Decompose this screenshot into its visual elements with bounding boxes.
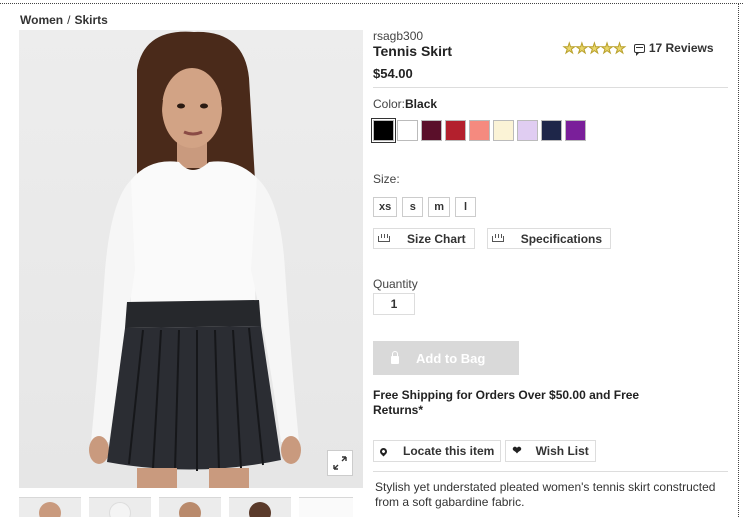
color-swatch[interactable] (469, 120, 490, 141)
size-links: Size Chart Specifications (373, 228, 612, 249)
star-rating: ★ ★ ★ ★ ★ (563, 40, 627, 56)
star-icon: ★ (600, 40, 614, 56)
wish-list-label: Wish List (535, 444, 589, 458)
divider (373, 471, 728, 472)
color-swatch[interactable] (565, 120, 586, 141)
thumbnail-2[interactable] (89, 497, 151, 517)
color-swatch[interactable] (421, 120, 442, 141)
right-dotted-rule (738, 3, 739, 517)
color-swatch[interactable] (541, 120, 562, 141)
size-label: Size: (373, 172, 400, 186)
product-rating: ★ ★ ★ ★ ★ 17 Reviews (563, 40, 714, 56)
color-swatch[interactable] (397, 120, 418, 141)
size-option-s[interactable]: s (402, 197, 424, 217)
color-swatch[interactable] (445, 120, 466, 141)
breadcrumb-women-link[interactable]: Women (20, 13, 63, 27)
comment-icon (633, 43, 645, 56)
locate-item-label: Locate this item (403, 444, 495, 458)
thumbnail-5[interactable] (299, 497, 353, 517)
color-swatch[interactable] (517, 120, 538, 141)
map-pin-icon (378, 446, 389, 456)
breadcrumb-separator: / (67, 13, 71, 27)
quantity-label: Quantity (373, 277, 418, 291)
expand-icon (333, 456, 347, 470)
size-chart-button[interactable]: Size Chart (373, 228, 475, 249)
breadcrumb-skirts-link[interactable]: Skirts (74, 13, 107, 27)
product-title: Tennis Skirt (373, 43, 453, 59)
color-swatch[interactable] (493, 120, 514, 141)
product-price: $54.00 (373, 66, 413, 81)
color-swatches (371, 118, 586, 143)
product-sku: rsagb300 (373, 29, 424, 43)
breadcrumb: Women / Skirts (20, 13, 108, 27)
reviews-count: 17 Reviews (648, 41, 714, 55)
heart-icon: ❤ (512, 444, 522, 457)
shipping-note: Free Shipping for Orders Over $50.00 and… (373, 388, 640, 417)
color-label-text: Color: (373, 97, 406, 111)
color-label: Color:Black (373, 97, 437, 111)
star-icon: ★ (588, 40, 602, 56)
thumbnail-1[interactable] (19, 497, 81, 517)
thumbnail-4[interactable] (229, 497, 291, 517)
ruler-icon (378, 233, 390, 242)
size-chart-label: Size Chart (407, 231, 466, 246)
selected-color: Black (405, 97, 438, 111)
product-photo-model (89, 31, 301, 488)
size-options: xs s m l (373, 197, 477, 217)
add-to-bag-label: Add to Bag (416, 350, 486, 366)
thumbnail-3[interactable] (159, 497, 221, 517)
product-description: Stylish yet understated pleated women's … (375, 480, 716, 509)
size-option-m[interactable]: m (428, 197, 451, 217)
thumbnail-strip (19, 497, 363, 517)
size-option-xs[interactable]: xs (373, 197, 398, 217)
locate-item-button[interactable]: Locate this item (373, 440, 502, 462)
ruler-icon (491, 233, 504, 242)
star-icon: ★ (563, 40, 577, 56)
product-actions: Locate this item ❤ Wish List (373, 440, 596, 462)
add-to-bag-button[interactable]: Add to Bag (373, 341, 519, 375)
product-main-image[interactable] (19, 30, 363, 488)
color-swatch[interactable] (371, 118, 396, 143)
specifications-button[interactable]: Specifications (486, 228, 612, 249)
divider (373, 87, 728, 88)
size-option-l[interactable]: l (455, 197, 477, 217)
top-dotted-rule (0, 3, 743, 4)
star-icon: ★ (613, 40, 627, 56)
expand-image-button[interactable] (327, 450, 353, 476)
reviews-link[interactable]: 17 Reviews (633, 41, 714, 56)
specifications-label: Specifications (520, 231, 603, 246)
wish-list-button[interactable]: ❤ Wish List (505, 440, 596, 462)
lock-icon (391, 351, 399, 364)
quantity-input[interactable] (373, 293, 415, 315)
star-icon: ★ (575, 40, 589, 56)
